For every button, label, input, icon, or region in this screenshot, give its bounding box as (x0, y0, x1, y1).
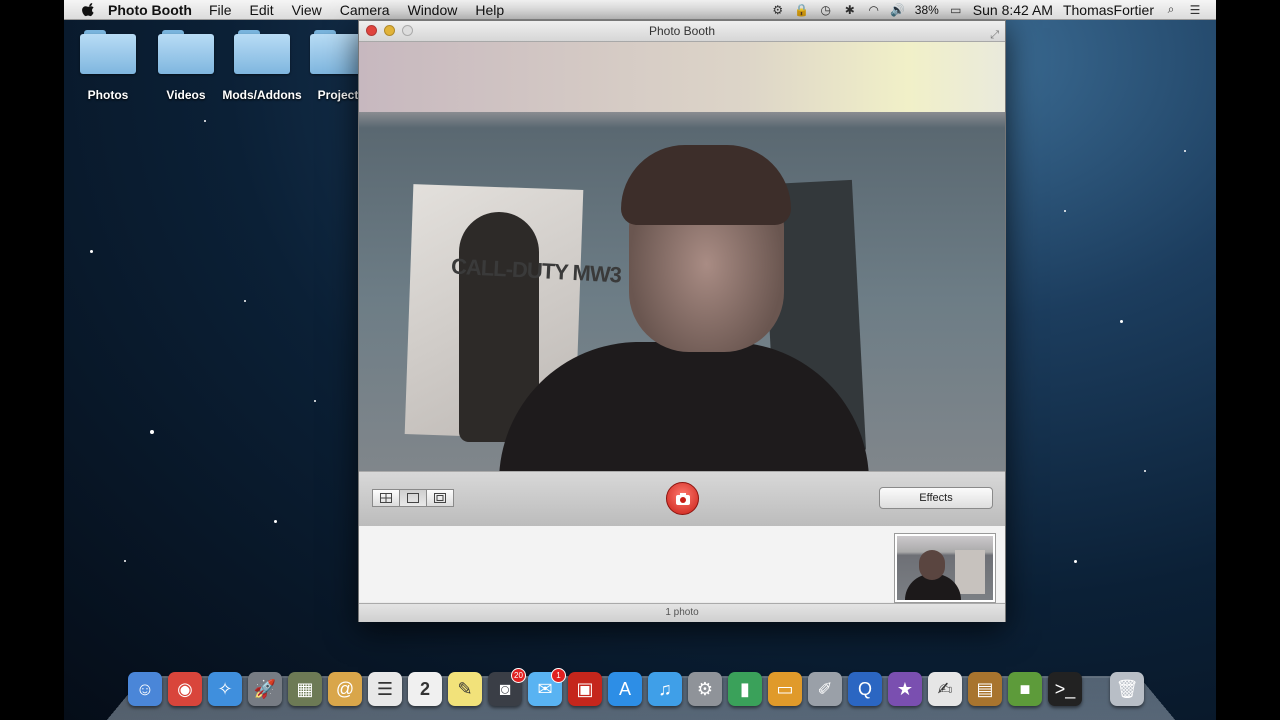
photo-thumbnail[interactable] (895, 534, 995, 602)
desktop: Photo Booth File Edit View Camera Window… (64, 0, 1216, 720)
finder-icon[interactable]: ☺ (128, 672, 162, 706)
keynote-icon[interactable]: ▭ (768, 672, 802, 706)
folder-label: Photos (87, 88, 129, 102)
notification-center-icon[interactable]: ☰ (1188, 3, 1202, 17)
star (150, 430, 154, 434)
user-name[interactable]: ThomasFortier (1063, 2, 1154, 18)
menu-help[interactable]: Help (475, 2, 504, 18)
calendar-icon[interactable]: 2 (408, 672, 442, 706)
bluetooth-icon[interactable]: ✱ (843, 3, 857, 17)
grid-icon (380, 493, 392, 503)
photo-booth-window: Photo Booth ⤢ CALL-DUTY MW3 Effects 1 ph… (358, 20, 1006, 622)
preview-icon[interactable]: ▦ (288, 672, 322, 706)
script-editor-icon[interactable]: ✐ (808, 672, 842, 706)
folder-label: Mods/Addons (222, 88, 302, 102)
menu-edit[interactable]: Edit (250, 2, 274, 18)
battery-icon[interactable]: ▭ (949, 3, 963, 17)
star (1144, 470, 1146, 472)
camera-icon (675, 492, 690, 505)
star (1120, 320, 1123, 323)
volume-icon[interactable]: 🔊 (890, 3, 905, 17)
dock: ☺ ◉ ✧ 🚀 ▦ @ ☰ 2 ✎ ◙ 20 ✉ 1 ▣ A ♫ ⚙ ▮ ▭ ✐ Q ★ ✍ ▤ ■ >_ 🗑 (128, 668, 1216, 712)
clock[interactable]: Sun 8:42 AM (973, 2, 1053, 18)
star (274, 520, 277, 523)
minecraft-icon[interactable]: ■ (1008, 672, 1042, 706)
single-photo-mode-button[interactable] (399, 489, 427, 507)
sync-icon[interactable]: ⚙ (771, 3, 785, 17)
zoom-button[interactable] (402, 25, 413, 36)
menu-view[interactable]: View (292, 2, 322, 18)
desktop-folder-photos[interactable]: Photos (68, 30, 148, 102)
folder-icon (234, 30, 290, 74)
mail-icon[interactable]: @ (328, 672, 362, 706)
folder-icon (158, 30, 214, 74)
notes-icon[interactable]: ✎ (448, 672, 482, 706)
photo-tray (359, 526, 1005, 602)
battery-percent[interactable]: 38% (915, 3, 939, 17)
messages-badge: 1 (551, 668, 566, 683)
facetime-icon[interactable]: ◙ 20 (488, 668, 526, 706)
lock-icon[interactable]: 🔒 (794, 3, 809, 17)
time-machine-icon[interactable]: ◷ (819, 3, 833, 17)
appstore-icon[interactable]: A (608, 672, 642, 706)
terminal-icon[interactable]: >_ (1048, 672, 1082, 706)
capture-mode-group (372, 489, 454, 507)
menu-window[interactable]: Window (408, 2, 458, 18)
messages-icon[interactable]: ✉ 1 (528, 668, 566, 706)
camera-preview: CALL-DUTY MW3 (359, 42, 1005, 471)
effects-button[interactable]: Effects (879, 487, 993, 509)
star (1064, 210, 1066, 212)
video-mode-button[interactable] (426, 489, 454, 507)
photobooth-icon[interactable]: ▣ (568, 672, 602, 706)
facetime-badge: 20 (511, 668, 526, 683)
square-icon (407, 493, 419, 503)
safari-icon[interactable]: ✧ (208, 672, 242, 706)
toolbar: Effects (359, 471, 1005, 527)
film-icon (434, 493, 446, 503)
star (124, 560, 126, 562)
numbers-icon[interactable]: ▮ (728, 672, 762, 706)
system-preferences-icon[interactable]: ⚙ (688, 672, 722, 706)
itunes-icon[interactable]: ♫ (648, 672, 682, 706)
imovie-icon[interactable]: ★ (888, 672, 922, 706)
star (1074, 560, 1077, 563)
menu-camera[interactable]: Camera (340, 2, 390, 18)
launchpad-icon[interactable]: 🚀 (248, 672, 282, 706)
trash-icon[interactable]: 🗑 (1110, 672, 1144, 706)
window-title: Photo Booth (648, 24, 716, 38)
star (90, 250, 93, 253)
photo-count: 1 photo (665, 607, 699, 618)
close-button[interactable] (366, 25, 377, 36)
four-up-mode-button[interactable] (372, 489, 400, 507)
title-bar[interactable]: Photo Booth ⤢ (359, 21, 1005, 42)
wifi-icon[interactable]: ◠ (867, 3, 881, 17)
quicktime-icon[interactable]: Q (848, 672, 882, 706)
reminders-icon[interactable]: ☰ (368, 672, 402, 706)
menu-app-name[interactable]: Photo Booth (108, 2, 192, 18)
calendar-day: 2 (419, 678, 430, 699)
folder-label: Videos (166, 88, 206, 102)
menu-file[interactable]: File (209, 2, 232, 18)
menu-bar: Photo Booth File Edit View Camera Window… (64, 0, 1216, 20)
status-bar: 1 photo (359, 603, 1005, 622)
star (204, 120, 206, 122)
chrome-icon[interactable]: ◉ (168, 672, 202, 706)
apple-menu-icon[interactable] (82, 2, 96, 17)
folder-icon (80, 30, 136, 74)
iphoto-icon[interactable]: ▤ (968, 672, 1002, 706)
textedit-icon[interactable]: ✍ (928, 672, 962, 706)
desktop-folder-videos[interactable]: Videos (146, 30, 226, 102)
menu-extras: ⚙ 🔒 ◷ ✱ ◠ 🔊 38% ▭ Sun 8:42 AM ThomasFort… (771, 2, 1216, 18)
star (314, 400, 316, 402)
star (1184, 150, 1186, 152)
desktop-folder-mods[interactable]: Mods/Addons (222, 30, 302, 102)
minimize-button[interactable] (384, 25, 395, 36)
spotlight-icon[interactable]: ⌕ (1164, 2, 1178, 17)
take-photo-button[interactable] (666, 482, 699, 515)
star (244, 300, 246, 302)
